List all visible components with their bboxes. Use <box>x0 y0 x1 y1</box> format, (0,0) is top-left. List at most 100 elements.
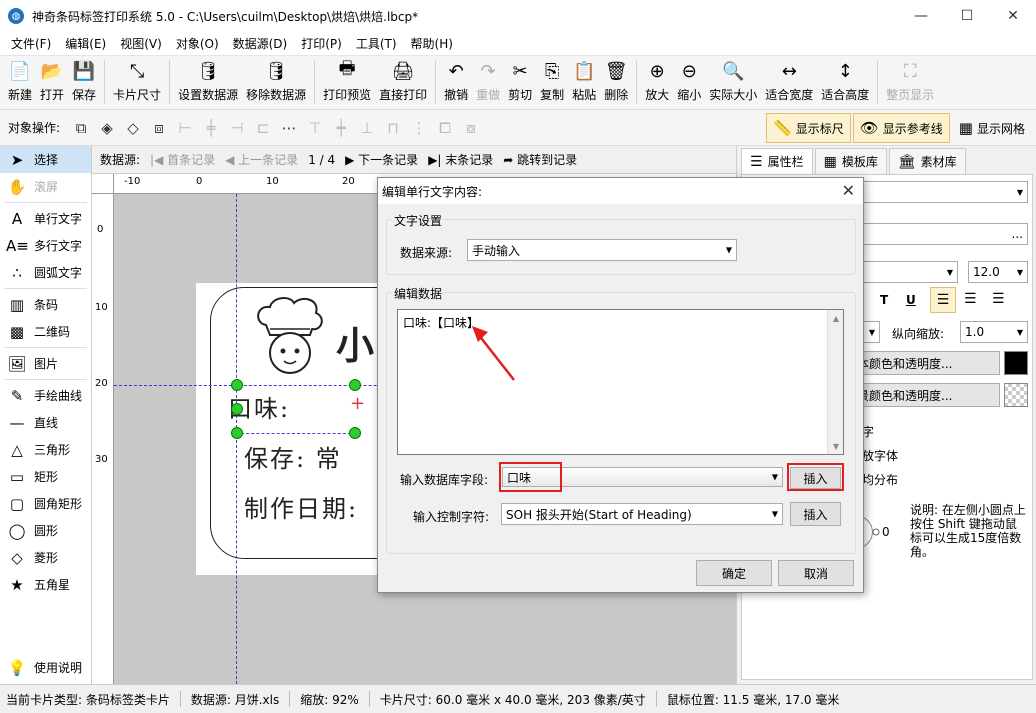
arc-text-tool[interactable]: ∴ 圆弧文字 <box>0 259 91 286</box>
layer-up-icon[interactable]: ◈ <box>94 115 120 141</box>
group-icon[interactable]: ⧠ <box>432 115 458 141</box>
align-right-icon[interactable]: ⊣ <box>224 115 250 141</box>
resize-handle[interactable] <box>231 379 243 391</box>
fit-page-button[interactable]: ⛶ 整页显示 <box>882 56 938 108</box>
layer-down-icon[interactable]: ◇ <box>120 115 146 141</box>
new-button[interactable]: 📄 新建 <box>4 56 36 108</box>
menu-print[interactable]: 打印(P) <box>294 35 349 52</box>
set-datasource-button[interactable]: 🛢 设置数据源 <box>174 56 242 108</box>
align-left-button[interactable]: ☰ <box>930 287 956 313</box>
scroll-down-icon[interactable]: ▼ <box>828 438 844 454</box>
image-tool[interactable]: 🖼 图片 <box>0 350 91 377</box>
actual-size-button[interactable]: 🔍 实际大小 <box>705 56 761 108</box>
resize-handle[interactable] <box>231 403 243 415</box>
freehand-tool[interactable]: ✎ 手绘曲线 <box>0 382 91 409</box>
align-right-button[interactable]: ☰ <box>992 291 1005 307</box>
barcode-tool[interactable]: ▥ 条码 <box>0 291 91 318</box>
print-button[interactable]: 🖨 直接打印 <box>375 56 431 108</box>
multi-line-text-tool[interactable]: A≡ 多行文字 <box>0 232 91 259</box>
layer-back-icon[interactable]: ⧈ <box>146 115 172 141</box>
minimize-button[interactable]: — <box>898 0 944 32</box>
menu-file[interactable]: 文件(F) <box>4 35 58 52</box>
zoom-out-button[interactable]: ⊖ 缩小 <box>673 56 705 108</box>
label-line-storage[interactable]: 保存: 常 <box>244 439 342 474</box>
align-center-button[interactable]: ☰ <box>964 291 977 307</box>
menu-help[interactable]: 帮助(H) <box>404 35 460 52</box>
align-top-icon[interactable]: ⊤ <box>302 115 328 141</box>
line-tool[interactable]: — 直线 <box>0 409 91 436</box>
vertical-guide-line[interactable] <box>236 194 237 684</box>
tab-materials[interactable]: 🏛 素材库 <box>888 148 966 174</box>
diamond-tool[interactable]: ◇ 菱形 <box>0 544 91 571</box>
ungroup-icon[interactable]: ⧇ <box>458 115 484 141</box>
control-char-select[interactable]: SOH 报头开始(Start of Heading) ▼ <box>501 503 783 525</box>
select-tool[interactable]: ➤ 选择 <box>0 146 91 173</box>
scroll-tool[interactable]: ✋ 滚屏 <box>0 173 91 200</box>
show-guides-toggle[interactable]: 👁 显示参考线 <box>852 113 950 143</box>
menu-tools[interactable]: 工具(T) <box>349 35 404 52</box>
content-textarea[interactable]: 口味:【口味】 ▲ ▼ <box>397 309 844 455</box>
maximize-button[interactable]: ☐ <box>944 0 990 32</box>
qrcode-tool[interactable]: ▩ 二维码 <box>0 318 91 345</box>
cancel-button[interactable]: 取消 <box>778 560 854 586</box>
font-size-stepper[interactable]: 12.0 ▼ <box>968 261 1028 283</box>
undo-button[interactable]: ↶ 撤销 <box>440 56 472 108</box>
align-bottom-icon[interactable]: ⊥ <box>354 115 380 141</box>
menu-view[interactable]: 视图(V) <box>113 35 169 52</box>
remove-datasource-button[interactable]: 🛢 移除数据源 <box>242 56 310 108</box>
bg-color-swatch[interactable] <box>1004 383 1028 407</box>
scroll-up-icon[interactable]: ▲ <box>828 310 844 326</box>
equal-height-icon[interactable]: ⊓ <box>380 115 406 141</box>
text-color-swatch[interactable] <box>1004 351 1028 375</box>
triangle-tool[interactable]: △ 三角形 <box>0 436 91 463</box>
align-middle-icon[interactable]: ┿ <box>328 115 354 141</box>
insert-control-button[interactable]: 插入 <box>790 502 841 526</box>
textarea-scrollbar[interactable]: ▲ ▼ <box>827 310 843 454</box>
fit-width-button[interactable]: ↔ 适合宽度 <box>761 56 817 108</box>
last-record-button[interactable]: ▶| 末条记录 <box>428 151 493 168</box>
rounded-rect-tool[interactable]: ▢ 圆角矩形 <box>0 490 91 517</box>
copy-button[interactable]: ⎘ 复制 <box>536 56 568 108</box>
circle-tool[interactable]: ◯ 圆形 <box>0 517 91 544</box>
align-left-icon[interactable]: ⊢ <box>172 115 198 141</box>
paste-button[interactable]: 📋 粘贴 <box>568 56 600 108</box>
equal-width-icon[interactable]: ⊏ <box>250 115 276 141</box>
card-size-button[interactable]: ⤡ 卡片尺寸 <box>109 56 165 108</box>
save-button[interactable]: 💾 保存 <box>68 56 100 108</box>
cut-button[interactable]: ✂ 剪切 <box>504 56 536 108</box>
tab-properties[interactable]: ☰ 属性栏 <box>741 148 813 174</box>
resize-handle[interactable] <box>349 379 361 391</box>
ellipsis-button[interactable]: ... <box>1012 227 1023 241</box>
fit-height-button[interactable]: ↕ 适合高度 <box>817 56 873 108</box>
first-record-button[interactable]: |◀ 首条记录 <box>150 151 215 168</box>
tab-templates[interactable]: ▦ 模板库 <box>814 148 887 174</box>
font-family-select[interactable]: ▼ <box>862 261 958 283</box>
label-line-date[interactable]: 制作日期: <box>244 489 358 524</box>
redo-button[interactable]: ↷ 重做 <box>472 56 504 108</box>
chef-illustration[interactable] <box>252 295 328 375</box>
single-line-text-tool[interactable]: A 单行文字 <box>0 205 91 232</box>
text-color-button[interactable]: 本颜色和透明度... <box>852 351 1000 375</box>
jump-record-button[interactable]: ➦ 跳转到记录 <box>503 151 577 168</box>
resize-handle[interactable] <box>349 427 361 439</box>
ok-button[interactable]: 确定 <box>696 560 772 586</box>
source-select[interactable]: 手动输入 ▼ <box>467 239 737 261</box>
vertical-ruler[interactable]: 0 10 20 30 <box>92 194 114 684</box>
close-icon[interactable]: ✕ <box>842 181 855 200</box>
show-ruler-toggle[interactable]: 📏 显示标尺 <box>766 113 851 143</box>
show-grid-toggle[interactable]: ▦ 显示网格 <box>952 113 1032 143</box>
v-scale-stepper[interactable]: 1.0 ▼ <box>960 321 1028 343</box>
object-type-select[interactable]: ▼ <box>862 181 1028 203</box>
close-window-button[interactable]: ✕ <box>990 0 1036 32</box>
distribute-h-icon[interactable]: ⋯ <box>276 115 302 141</box>
menu-object[interactable]: 对象(O) <box>169 35 226 52</box>
distribute-v-icon[interactable]: ⋮ <box>406 115 432 141</box>
underline-button[interactable]: U <box>906 293 916 307</box>
resize-handle[interactable] <box>231 427 243 439</box>
layer-front-icon[interactable]: ⧉ <box>68 115 94 141</box>
content-field[interactable]: ... <box>862 223 1028 245</box>
help-button[interactable]: 💡 使用说明 <box>0 654 90 681</box>
align-center-icon[interactable]: ╪ <box>198 115 224 141</box>
delete-button[interactable]: 🗑 删除 <box>600 56 632 108</box>
open-button[interactable]: 📂 打开 <box>36 56 68 108</box>
